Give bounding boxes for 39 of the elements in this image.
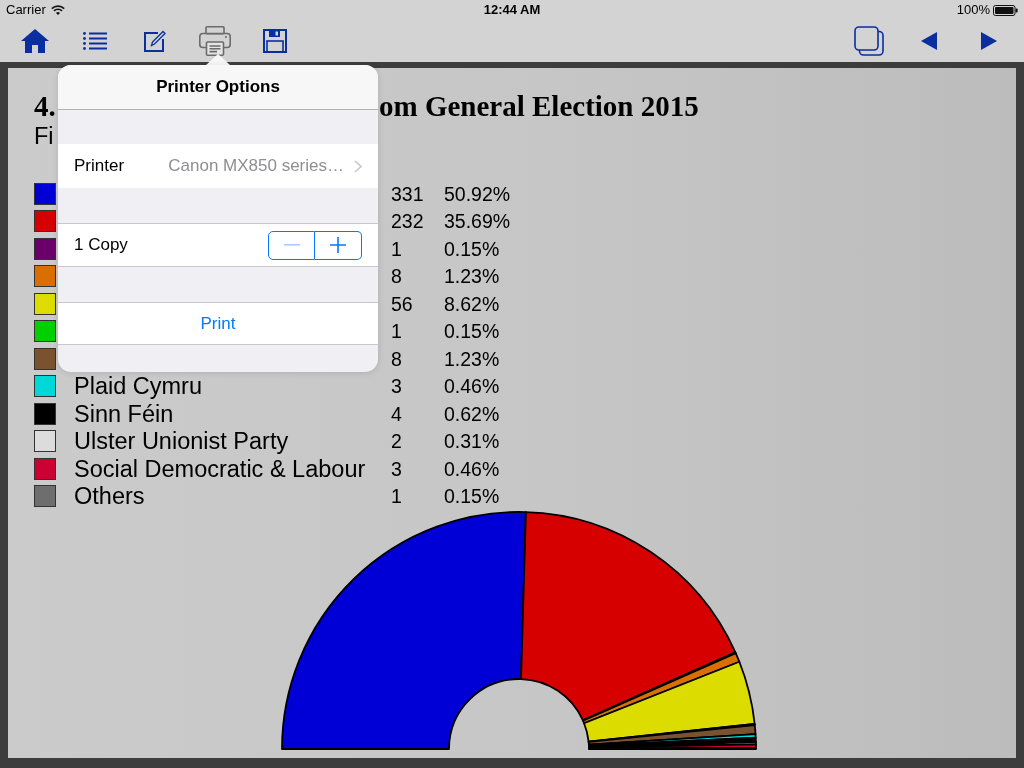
battery-percent: 100% [956,2,990,18]
seat-count: 4 [391,402,402,425]
seat-count: 56 [391,292,413,315]
vote-share: 0.15% [444,485,500,508]
vote-share: 0.46% [444,457,500,480]
vote-share: 0.46% [444,375,500,398]
seat-count: 3 [391,457,402,480]
status-time: 12:44 AM [483,2,541,18]
seat-count: 1 [391,320,402,343]
seat-count: 1 [391,485,402,508]
vote-share: 1.23% [444,265,500,288]
seat-count: 8 [391,347,402,370]
printer-value: Canon MX850 series… [168,156,344,176]
carrier-name: Carrier [6,2,46,18]
vote-share: 50.92% [444,182,511,205]
vote-share: 8.62% [444,292,500,315]
popover-title: Printer Options [156,77,280,97]
document-title: om General Election 2015 [379,90,699,122]
vote-share: 35.69% [444,210,511,233]
vote-share: 1.23% [444,347,500,370]
seat-count: 1 [391,237,402,260]
vote-share: 0.62% [444,402,500,425]
party-name: Social Democratic & Labour [74,456,366,481]
seat-count: 3 [391,375,402,398]
vote-share: 0.15% [444,237,500,260]
document-subtitle: Fi [34,122,54,150]
vote-share: 0.31% [444,430,500,453]
seat-count: 331 [391,182,424,205]
seat-count: 232 [391,210,424,233]
party-name: Others [74,484,145,509]
party-name: Plaid Cymru [74,374,202,399]
seat-count: 2 [391,430,402,453]
printer-label: Printer [74,156,125,176]
document-title: 4. [34,90,56,122]
seat-count: 8 [391,265,402,288]
party-name: Sinn Féin [74,401,174,426]
copies-label: 1 Copy [74,235,128,255]
vote-share: 0.15% [444,320,500,343]
party-name: Ulster Unionist Party [74,429,289,454]
